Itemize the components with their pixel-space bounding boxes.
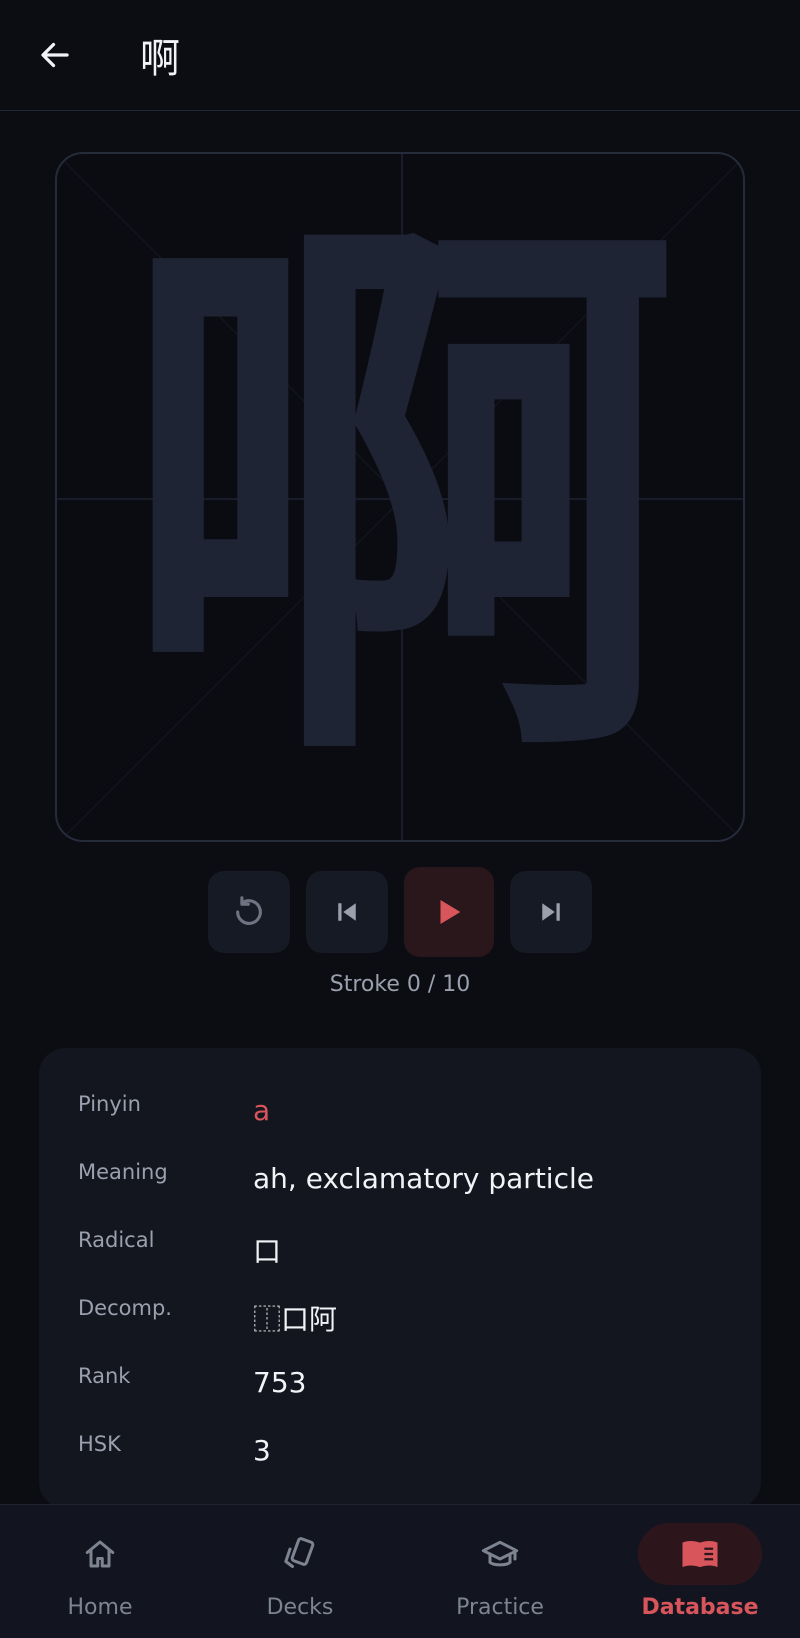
previous-stroke-button[interactable] [306, 871, 388, 953]
info-row-rank: Rank 753 [39, 1364, 761, 1424]
book-icon [682, 1541, 718, 1568]
reset-button[interactable] [208, 871, 290, 953]
radical-value: 口 [253, 1235, 282, 1268]
nav-practice-label: Practice [456, 1595, 544, 1620]
hsk-label: HSK [78, 1432, 121, 1456]
skip-next-icon [542, 903, 560, 921]
nav-decks-label: Decks [266, 1595, 334, 1620]
cards-icon [284, 1537, 315, 1568]
home-icon [85, 1540, 115, 1568]
pinyin-value: a [253, 1094, 271, 1127]
arrow-left-icon [41, 42, 69, 68]
graduation-cap-icon [481, 1540, 519, 1567]
hsk-value: 3 [253, 1434, 271, 1467]
stroke-canvas[interactable]: 啊 [55, 152, 745, 842]
back-button[interactable] [30, 30, 80, 80]
radical-label: Radical [78, 1228, 155, 1252]
stroke-counter: Stroke 0 / 10 [329, 972, 471, 997]
nav-active-indicator [638, 1523, 762, 1585]
pinyin-label: Pinyin [78, 1092, 141, 1116]
top-app-bar: 啊 [0, 0, 800, 111]
info-row-hsk: HSK 3 [39, 1432, 761, 1492]
skip-previous-icon [338, 903, 356, 921]
info-row-meaning: Meaning ah, exclamatory particle [39, 1160, 761, 1220]
info-row-radical: Radical 口 [39, 1228, 761, 1288]
character-outline: 啊 [120, 168, 680, 826]
nav-home-label: Home [67, 1595, 133, 1620]
meaning-label: Meaning [78, 1160, 168, 1184]
meaning-value: ah, exclamatory particle [253, 1162, 594, 1195]
character-info-card: Pinyin a Meaning ah, exclamatory particl… [39, 1048, 761, 1508]
decomposition-label: Decomp. [78, 1296, 172, 1320]
rank-value: 753 [253, 1366, 307, 1399]
nav-database-label: Database [641, 1595, 759, 1620]
play-button[interactable] [404, 867, 494, 957]
rotate-ccw-icon [236, 896, 262, 925]
playback-controls [208, 867, 592, 957]
nav-decks[interactable]: Decks [200, 1505, 400, 1638]
rank-label: Rank [78, 1364, 131, 1388]
nav-database[interactable]: Database [600, 1505, 800, 1638]
app-root: 啊 啊 Stroke 0 / 10 Pinyin a Meaning ah, e… [0, 0, 800, 1638]
play-icon [440, 899, 461, 925]
info-row-decomposition: Decomp. ⿰口阿 [39, 1296, 761, 1356]
info-row-pinyin: Pinyin a [39, 1092, 761, 1152]
page-title: 啊 [140, 36, 180, 82]
nav-home[interactable]: Home [0, 1505, 200, 1638]
decomposition-value: ⿰口阿 [253, 1303, 338, 1336]
bottom-navigation: Home Decks Practice Database [0, 1504, 800, 1638]
next-stroke-button[interactable] [510, 871, 592, 953]
nav-practice[interactable]: Practice [400, 1505, 600, 1638]
